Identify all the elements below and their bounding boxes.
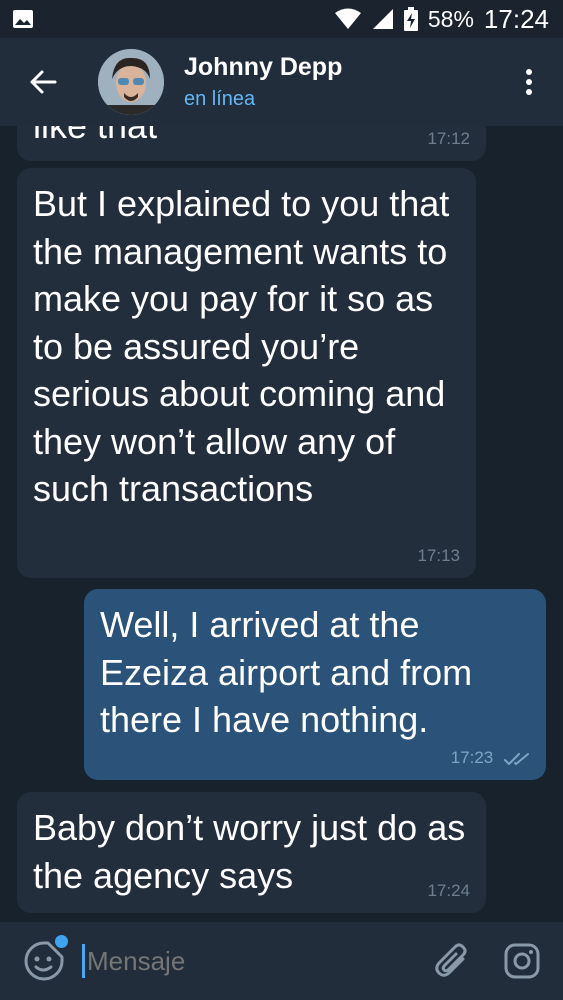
contact-name[interactable]: Johnny Depp [184,53,342,82]
paperclip-icon [435,943,467,977]
status-bar: 58% 17:24 [0,0,563,38]
gallery-notification-icon [13,10,33,28]
message-composer [0,922,563,1000]
message-status: 17:23 [451,748,530,768]
message-text: Baby don’t worry just do as the agency s… [33,807,466,896]
wifi-icon [334,8,361,29]
double-check-icon [504,752,529,765]
message-list[interactable]: like that 17:12 But I explained to you t… [0,126,563,922]
back-button[interactable] [15,54,71,110]
avatar[interactable] [98,49,164,115]
message-text: Well, I arrived at the Ezeiza airport an… [100,604,473,740]
contact-photo [98,49,164,115]
sticker-button[interactable] [22,935,68,983]
message-time: 17:12 [427,129,470,148]
message-time: 17:24 [427,881,470,900]
message-input[interactable] [87,945,387,977]
chat-header: Johnny Depp en línea [0,38,563,126]
message-text: But I explained to you that the manageme… [33,183,450,509]
instagram-camera-icon [504,943,540,979]
clock: 17:24 [483,3,549,34]
online-status: en línea [184,88,256,110]
message-time: 17:13 [417,546,460,565]
message-incoming[interactable]: But I explained to you that the manageme… [17,168,476,578]
more-options-button[interactable] [519,62,539,102]
signal-icon [372,9,393,29]
arrow-left-icon [30,70,57,94]
attach-button[interactable] [431,941,471,981]
more-vertical-icon [526,69,532,95]
camera-button[interactable] [501,940,543,982]
notification-dot [55,935,68,948]
message-time: 17:23 [450,748,494,767]
battery-percent: 58% [427,5,474,32]
message-text: like that [33,126,470,150]
message-incoming[interactable]: like that 17:12 [17,126,486,161]
battery-charging-icon [403,7,418,31]
message-outgoing[interactable]: Well, I arrived at the Ezeiza airport an… [84,589,546,780]
text-cursor [82,944,85,978]
message-incoming[interactable]: Baby don’t worry just do as the agency s… [17,792,486,913]
